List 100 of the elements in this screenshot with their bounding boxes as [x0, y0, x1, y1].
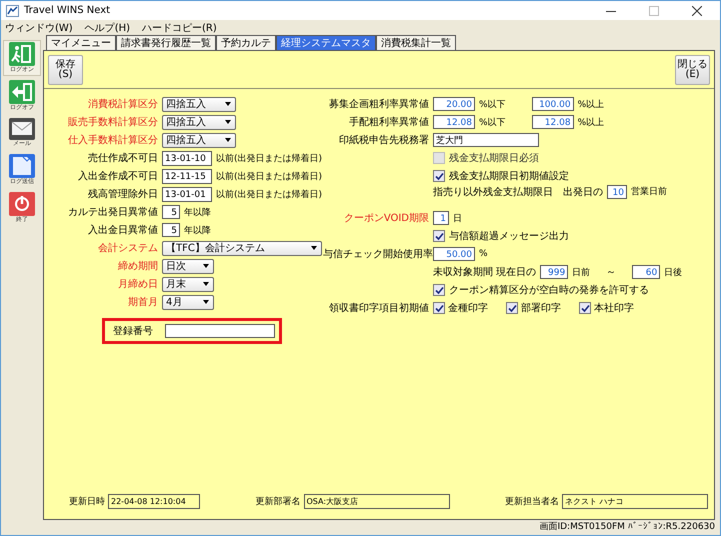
- readonly-field: ネクスト ハナコ: [562, 494, 708, 508]
- field-note: 以前(出発日または帰着日): [216, 152, 322, 164]
- number-field[interactable]: 1: [433, 211, 449, 225]
- field-label: 消費税計算区分: [87, 98, 158, 111]
- field-label: 入出金日異常値: [87, 224, 158, 237]
- checkbox[interactable]: [506, 302, 518, 314]
- number-field[interactable]: 10: [607, 185, 627, 199]
- dropdown[interactable]: 四捨五入: [162, 132, 236, 148]
- field-label: 手配粗利率異常値: [348, 116, 429, 129]
- tab[interactable]: 請求書発行履歴一覧: [116, 35, 216, 50]
- field-label: 締め期間: [117, 260, 158, 273]
- checkbox[interactable]: [433, 170, 445, 182]
- checkbox[interactable]: [433, 302, 445, 314]
- close-icon[interactable]: [692, 6, 702, 16]
- checkbox[interactable]: [433, 284, 445, 296]
- dropdown[interactable]: 日次: [162, 258, 214, 274]
- field-label: 売仕作成不可日: [87, 152, 158, 165]
- field-label: カルテ出発日異常値: [67, 206, 158, 219]
- field-label: 登録番号: [113, 324, 153, 338]
- caret-icon: [225, 120, 231, 124]
- field-label: 月締め日: [117, 278, 158, 291]
- dropdown[interactable]: 4月: [162, 294, 214, 310]
- status-text: 画面ID:MST0150FM ﾊﾞｰｼﾞｮﾝ:R5.220630: [539, 522, 715, 532]
- unit-label: %以上: [578, 98, 604, 110]
- number-field[interactable]: 5: [162, 205, 180, 219]
- checkbox-label: 本社印字: [594, 302, 634, 315]
- field-note: 以前(出発日または帰着日): [216, 188, 322, 200]
- caret-icon: [311, 246, 317, 250]
- tab[interactable]: 経理システムマスタ: [276, 35, 376, 50]
- field-label: 指売り以外残金支払期限日: [433, 186, 553, 199]
- dropdown[interactable]: 四捨五入: [162, 96, 236, 112]
- checkbox-label: 残金支払期限日初期値設定: [449, 170, 569, 183]
- unit-label: 年以降: [184, 206, 211, 218]
- menu-item[interactable]: ハードコピー(R): [142, 20, 217, 34]
- field-label: 募集企画粗利率異常値: [328, 98, 429, 111]
- checkbox[interactable]: [433, 230, 445, 242]
- text-field[interactable]: 芝大門: [433, 133, 539, 147]
- readonly-field: 22-04-08 12:10:04: [108, 494, 200, 508]
- field-label: 会計システム: [97, 242, 158, 255]
- unit-label: %: [479, 249, 488, 259]
- number-field[interactable]: 50.00: [433, 247, 475, 261]
- number-field[interactable]: 12.08: [532, 115, 574, 129]
- document-icon: [9, 154, 35, 178]
- field-label: 更新日時: [69, 496, 105, 508]
- tab[interactable]: 消費税集計一覧: [376, 35, 456, 50]
- field-label: 領収書印字項目初期値: [328, 302, 429, 315]
- unit-label: 日前: [572, 266, 590, 278]
- checkbox-label: 部署印字: [521, 302, 561, 315]
- caret-icon: [203, 264, 209, 268]
- unit-label: %以下: [479, 116, 506, 128]
- field-label: 販売手数料計算区分: [67, 116, 158, 129]
- envelope-icon: [9, 118, 35, 140]
- field-label: 印紙税申告先税務署: [338, 134, 429, 147]
- unit-label: %以上: [578, 116, 604, 128]
- number-field[interactable]: 20.00: [433, 97, 475, 111]
- unit-label: 年以降: [184, 224, 211, 236]
- field-label: 入出金作成不可日: [77, 170, 158, 183]
- menu-item[interactable]: ウィンドウ(W): [5, 20, 73, 34]
- dropdown[interactable]: 月末: [162, 276, 214, 292]
- app-icon: [6, 4, 19, 16]
- exit-door-icon: [9, 80, 35, 104]
- caret-icon: [203, 282, 209, 286]
- date-field[interactable]: 13-01-01: [162, 186, 212, 202]
- checkbox-label: 金種印字: [448, 302, 488, 315]
- number-field[interactable]: 12.08: [433, 115, 475, 129]
- field-label: 仕入手数料計算区分: [67, 134, 158, 147]
- dropdown[interactable]: 四捨五入: [162, 114, 236, 130]
- readonly-field: OSA:大阪支店: [304, 494, 450, 508]
- unit-label: 日後: [664, 266, 682, 278]
- checkbox-label: 残金支払期限日必須: [449, 152, 539, 165]
- caret-icon: [225, 102, 231, 106]
- field-label: 期首月: [127, 296, 158, 309]
- caret-icon: [203, 300, 209, 304]
- range-separator: ～: [606, 266, 616, 279]
- field-label: 更新担当者名: [505, 496, 559, 508]
- field-label: クーポンVOID期限: [342, 212, 429, 225]
- tab[interactable]: マイメニュー: [46, 35, 116, 50]
- field-label: 出発日の: [563, 186, 603, 199]
- save-button[interactable]: 保存 (S): [48, 54, 83, 84]
- number-field[interactable]: 100.00: [532, 97, 574, 111]
- number-field[interactable]: 60: [632, 265, 660, 279]
- caret-icon: [225, 138, 231, 142]
- close-button[interactable]: 閉じる (E): [675, 54, 710, 84]
- date-field[interactable]: 12-11-15: [162, 168, 212, 184]
- number-field[interactable]: 999: [540, 265, 568, 279]
- power-icon: [9, 192, 35, 216]
- tab[interactable]: 予約カルテ: [216, 35, 276, 50]
- input-field[interactable]: [165, 324, 275, 338]
- menu-item[interactable]: ヘルプ(H): [84, 20, 130, 34]
- field-note: 以前(出発日または帰着日): [216, 170, 322, 182]
- unit-label: 日: [453, 212, 462, 224]
- date-field[interactable]: 13-01-10: [162, 150, 212, 166]
- dropdown[interactable]: 【TFC】会計システム: [162, 240, 322, 256]
- checkbox-label: 与信額超過メッセージ出力: [449, 230, 569, 243]
- exit-door-icon: [9, 42, 35, 66]
- number-field[interactable]: 5: [162, 223, 180, 237]
- unit-label: 営業日前: [631, 186, 667, 198]
- checkbox-label: クーポン精算区分が空白時の発券を許可する: [449, 284, 649, 297]
- checkbox[interactable]: [579, 302, 591, 314]
- window-title: Travel WINS Next: [24, 5, 110, 16]
